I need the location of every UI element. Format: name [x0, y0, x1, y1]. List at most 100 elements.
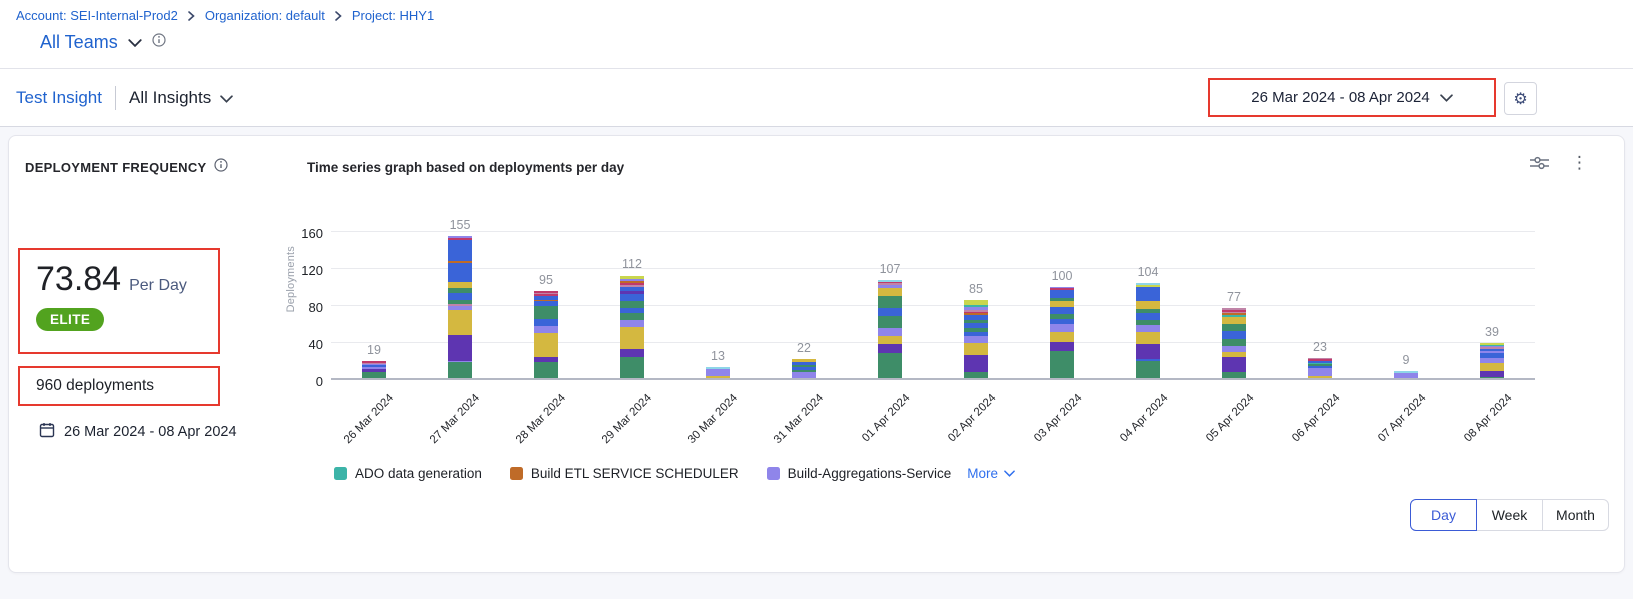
bar-segment: [620, 349, 644, 357]
x-tick-label: 29 Mar 2024: [600, 392, 654, 446]
bar-segment: [1136, 294, 1160, 301]
legend-more-link[interactable]: More: [967, 466, 1015, 481]
stacked-bar[interactable]: [1222, 308, 1246, 379]
x-tick-label: 02 Apr 2024: [946, 392, 998, 444]
legend-item[interactable]: Build ETL SERVICE SCHEDULER: [510, 466, 739, 481]
bar-slot: 10404 Apr 2024: [1105, 232, 1191, 380]
stacked-bar[interactable]: [534, 291, 558, 379]
bar-value-label: 13: [711, 349, 725, 363]
breadcrumb-account-link[interactable]: Account: SEI-Internal-Prod2: [16, 8, 178, 23]
breadcrumb-organization-link[interactable]: Organization: default: [205, 8, 325, 23]
date-range-picker[interactable]: 26 Mar 2024 - 08 Apr 2024: [1208, 78, 1496, 117]
stacked-bar[interactable]: [1308, 358, 1332, 379]
y-tick-label: 0: [287, 374, 323, 389]
bar-slot: 1926 Mar 2024: [331, 232, 417, 380]
bar-segment: [878, 288, 902, 296]
kebab-menu-icon[interactable]: ⋮: [1571, 154, 1588, 171]
bar-slot: 15527 Mar 2024: [417, 232, 503, 380]
bar-segment: [1136, 287, 1160, 294]
bar-value-label: 85: [969, 282, 983, 296]
y-tick-label: 80: [287, 300, 323, 315]
bar-segment: [878, 336, 902, 344]
bar-segment: [1050, 351, 1074, 379]
chevron-down-icon[interactable]: [128, 34, 142, 52]
granularity-toggle: DayWeekMonth: [1410, 499, 1609, 531]
insight-bar: Test Insight All Insights 26 Mar 2024 - …: [0, 69, 1633, 127]
bar-segment: [448, 362, 472, 379]
chevron-right-icon: [335, 11, 342, 21]
legend-label: ADO data generation: [355, 466, 482, 481]
stacked-bar[interactable]: [1136, 283, 1160, 379]
x-tick-label: 27 Mar 2024: [428, 392, 482, 446]
x-tick-label: 06 Apr 2024: [1290, 392, 1342, 444]
bar-segment: [1308, 368, 1332, 376]
bar-slot: 10003 Apr 2024: [1019, 232, 1105, 380]
bar-segment: [448, 240, 472, 260]
granularity-week-button[interactable]: Week: [1476, 499, 1543, 531]
gear-icon: ⚙: [1513, 89, 1527, 109]
stacked-bar[interactable]: [792, 359, 816, 379]
stacked-bar[interactable]: [362, 361, 386, 379]
bar-segment: [1222, 357, 1246, 372]
bar-slot: 907 Apr 2024: [1363, 232, 1449, 380]
bar-segment: [1480, 363, 1504, 370]
x-tick-label: 04 Apr 2024: [1118, 392, 1170, 444]
x-tick-label: 08 Apr 2024: [1462, 392, 1514, 444]
deployment-frequency-widget: DEPLOYMENT FREQUENCY 73.84 Per Day ELITE…: [8, 135, 1625, 573]
granularity-month-button[interactable]: Month: [1542, 499, 1609, 531]
stacked-bar[interactable]: [878, 280, 902, 379]
chart-filter-icon[interactable]: [1530, 155, 1549, 171]
bar-value-label: 112: [622, 257, 642, 271]
stacked-bar[interactable]: [1480, 343, 1504, 379]
bar-value-label: 155: [450, 218, 471, 232]
info-icon[interactable]: [214, 158, 228, 177]
chevron-down-icon: [1440, 89, 1453, 106]
bar-segment: [1136, 301, 1160, 308]
dashboard-content: DEPLOYMENT FREQUENCY 73.84 Per Day ELITE…: [0, 127, 1633, 599]
stacked-bar[interactable]: [1050, 287, 1074, 380]
bar-value-label: 39: [1485, 325, 1499, 339]
bar-segment: [1222, 317, 1246, 324]
bar-segment: [1050, 290, 1074, 297]
legend-swatch-icon: [334, 467, 347, 480]
info-icon[interactable]: [152, 33, 166, 52]
breadcrumb-project-link[interactable]: Project: HHY1: [352, 8, 434, 23]
deployment-rate-value: 73.84: [36, 260, 121, 299]
bar-segment: [878, 328, 902, 335]
bar-segment: [964, 355, 988, 372]
bar-segment: [448, 335, 472, 361]
bar-segment: [448, 310, 472, 335]
bar-segment: [878, 353, 902, 379]
x-tick-label: 05 Apr 2024: [1204, 392, 1256, 444]
top-bar: Account: SEI-Internal-Prod2 Organization…: [0, 0, 1633, 69]
x-tick-label: 01 Apr 2024: [860, 392, 912, 444]
bar-segment: [878, 344, 902, 353]
bar-value-label: 22: [797, 341, 811, 355]
insights-scope-dropdown[interactable]: All Insights: [129, 88, 233, 108]
bar-segment: [620, 327, 644, 348]
legend-item[interactable]: Build-Aggregations-Service: [767, 466, 952, 481]
legend-label: Build-Aggregations-Service: [788, 466, 952, 481]
bar-slot: 7705 Apr 2024: [1191, 232, 1277, 380]
x-tick-label: 03 Apr 2024: [1032, 392, 1084, 444]
widget-date-range-text: 26 Mar 2024 - 08 Apr 2024: [64, 424, 237, 440]
teams-selector-label[interactable]: All Teams: [40, 32, 118, 53]
bar-slot: 2306 Apr 2024: [1277, 232, 1363, 380]
teams-selector[interactable]: All Teams: [40, 32, 166, 53]
granularity-day-button[interactable]: Day: [1410, 499, 1477, 531]
settings-gear-button[interactable]: ⚙: [1504, 82, 1537, 115]
bar-segment: [534, 362, 558, 379]
stacked-bar[interactable]: [448, 236, 472, 379]
stacked-bar[interactable]: [620, 275, 644, 379]
legend-item[interactable]: ADO data generation: [334, 466, 482, 481]
x-tick-label: 07 Apr 2024: [1376, 392, 1428, 444]
bar-segment: [534, 306, 558, 319]
legend-swatch-icon: [510, 467, 523, 480]
insight-name-link[interactable]: Test Insight: [16, 88, 102, 108]
total-annotation-box: 960 deployments: [18, 366, 220, 406]
bar-segment: [1136, 344, 1160, 359]
chart-legend: ADO data generation Build ETL SERVICE SCH…: [334, 466, 1015, 481]
stacked-bar[interactable]: [964, 300, 988, 379]
bar-slot: 2231 Mar 2024: [761, 232, 847, 380]
x-tick-label: 26 Mar 2024: [342, 392, 396, 446]
